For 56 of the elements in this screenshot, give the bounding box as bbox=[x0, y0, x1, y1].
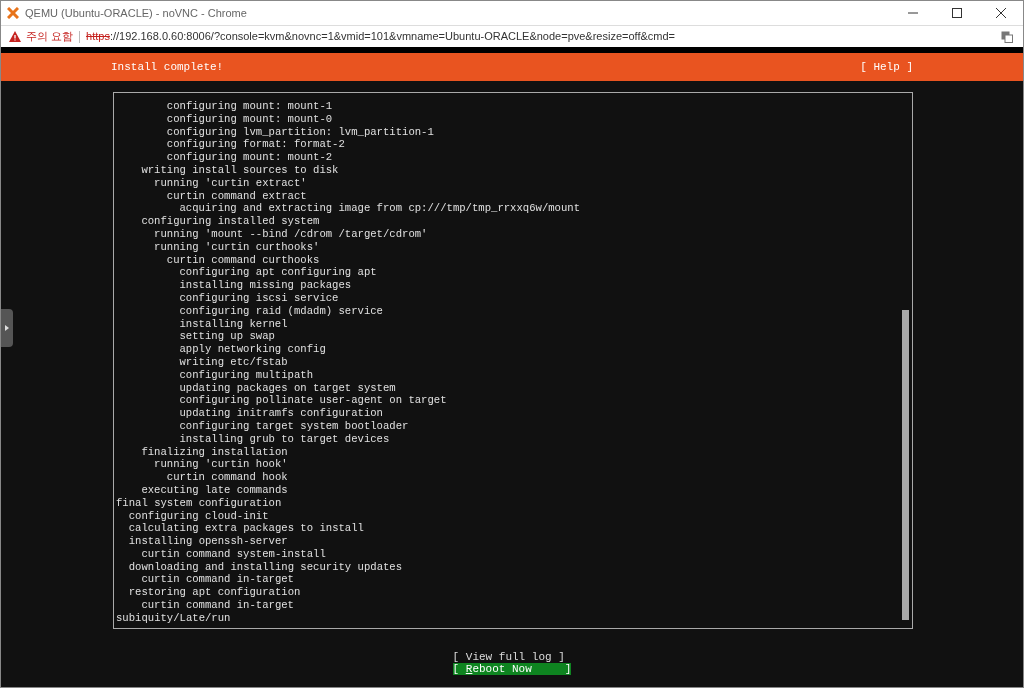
log-line: installing openssh-server bbox=[128, 535, 288, 548]
log-line: restoring apt configuration bbox=[128, 586, 301, 600]
log-line: configuring cloud-init bbox=[128, 509, 269, 523]
log-line: configuring apt configuring apt bbox=[179, 266, 377, 280]
caret-icon bbox=[5, 325, 9, 331]
log-line: configuring raid (mdadm) service bbox=[179, 304, 383, 318]
log-line: running 'curtin curthooks' bbox=[154, 240, 320, 254]
log-line: curtin command hook bbox=[166, 471, 288, 484]
dialog-button[interactable]: [ Reboot Now ] bbox=[452, 663, 572, 675]
log-line: configuring multipath bbox=[179, 368, 314, 382]
log-line: finalizing installation bbox=[141, 445, 288, 459]
logo-icon bbox=[7, 7, 19, 19]
log-line: configuring mount: mount-1 bbox=[166, 100, 333, 113]
warning-icon bbox=[9, 31, 21, 42]
log-line: configuring iscsi service bbox=[179, 291, 339, 305]
url-text[interactable]: https://192.168.0.60:8006/?console=kvm&novnc=1&vmid=101&vmname=Ubuntu-ORACLE&node=pve&resize=off&cmd= bbox=[86, 28, 676, 45]
dialog-button[interactable]: [ View full log ] bbox=[452, 651, 565, 663]
maximize-icon[interactable] bbox=[952, 8, 962, 18]
log-line: configuring installed system bbox=[141, 215, 320, 228]
log-line: curtin command system-install bbox=[141, 547, 326, 561]
log-line: installing kernel bbox=[179, 317, 288, 331]
log-line: curtin command in-target bbox=[141, 573, 294, 587]
log-line: updating initramfs configuration bbox=[179, 407, 383, 420]
translate-icon[interactable] bbox=[1001, 30, 1013, 43]
log-line: running 'mount --bind /cdrom /target/cdrom' bbox=[154, 227, 428, 241]
log-line: running 'curtin hook' bbox=[154, 458, 288, 472]
window-title: QEMU (Ubuntu-ORACLE) - noVNC - Chrome bbox=[25, 5, 247, 21]
log-line: apply networking config bbox=[179, 343, 326, 356]
log-line: curtin command extract bbox=[166, 189, 307, 203]
log-line: configuring lvm_partition: lvm_partition-1 bbox=[166, 125, 434, 139]
log-line: installing grub to target devices bbox=[179, 432, 390, 446]
log-line: calculating extra packages to install bbox=[128, 522, 364, 536]
log-line: downloading and installing security updates bbox=[128, 560, 403, 574]
log-line: configuring pollinate user-agent on target bbox=[179, 394, 447, 408]
log-line: executing late commands bbox=[141, 483, 288, 497]
security-warning[interactable]: 주의 요함 bbox=[26, 28, 74, 45]
help-link[interactable]: [ Help ] bbox=[860, 58, 913, 76]
log-line: curtin command curthooks bbox=[166, 253, 320, 267]
header-title: Install complete! bbox=[111, 59, 224, 75]
log-line: updating packages on target system bbox=[179, 381, 396, 395]
log-line: configuring mount: mount-2 bbox=[166, 151, 333, 164]
log-line: curtin command in-target bbox=[141, 599, 294, 612]
address-bar[interactable]: 주의 요함 https://192.168.0.60:8006/?console=kvm&novnc=1&vmid=101&vmname=Ubuntu-ORACLE&node=pve&resize=off&cmd= bbox=[1, 25, 1023, 47]
log-line: subiquity/Late/run bbox=[116, 611, 231, 625]
log-line: final system configuration bbox=[116, 496, 282, 510]
side-panel-handle[interactable] bbox=[1, 309, 13, 347]
log-line: installing missing packages bbox=[179, 279, 352, 292]
log-line: writing etc/fstab bbox=[179, 355, 288, 369]
log-line: configuring format: format-2 bbox=[166, 138, 345, 152]
log-line: configuring target system bootloader bbox=[179, 419, 409, 433]
log-line: writing install sources to disk bbox=[141, 164, 339, 177]
close-icon[interactable] bbox=[996, 8, 1006, 18]
log-line: setting up swap bbox=[179, 330, 275, 344]
log-line: acquiring and extracting image from cp:///tmp/tmp_rrxxq6w/mount bbox=[179, 202, 581, 216]
log-line: running 'curtin extract' bbox=[154, 176, 307, 190]
log-line: configuring mount: mount-0 bbox=[166, 112, 333, 126]
